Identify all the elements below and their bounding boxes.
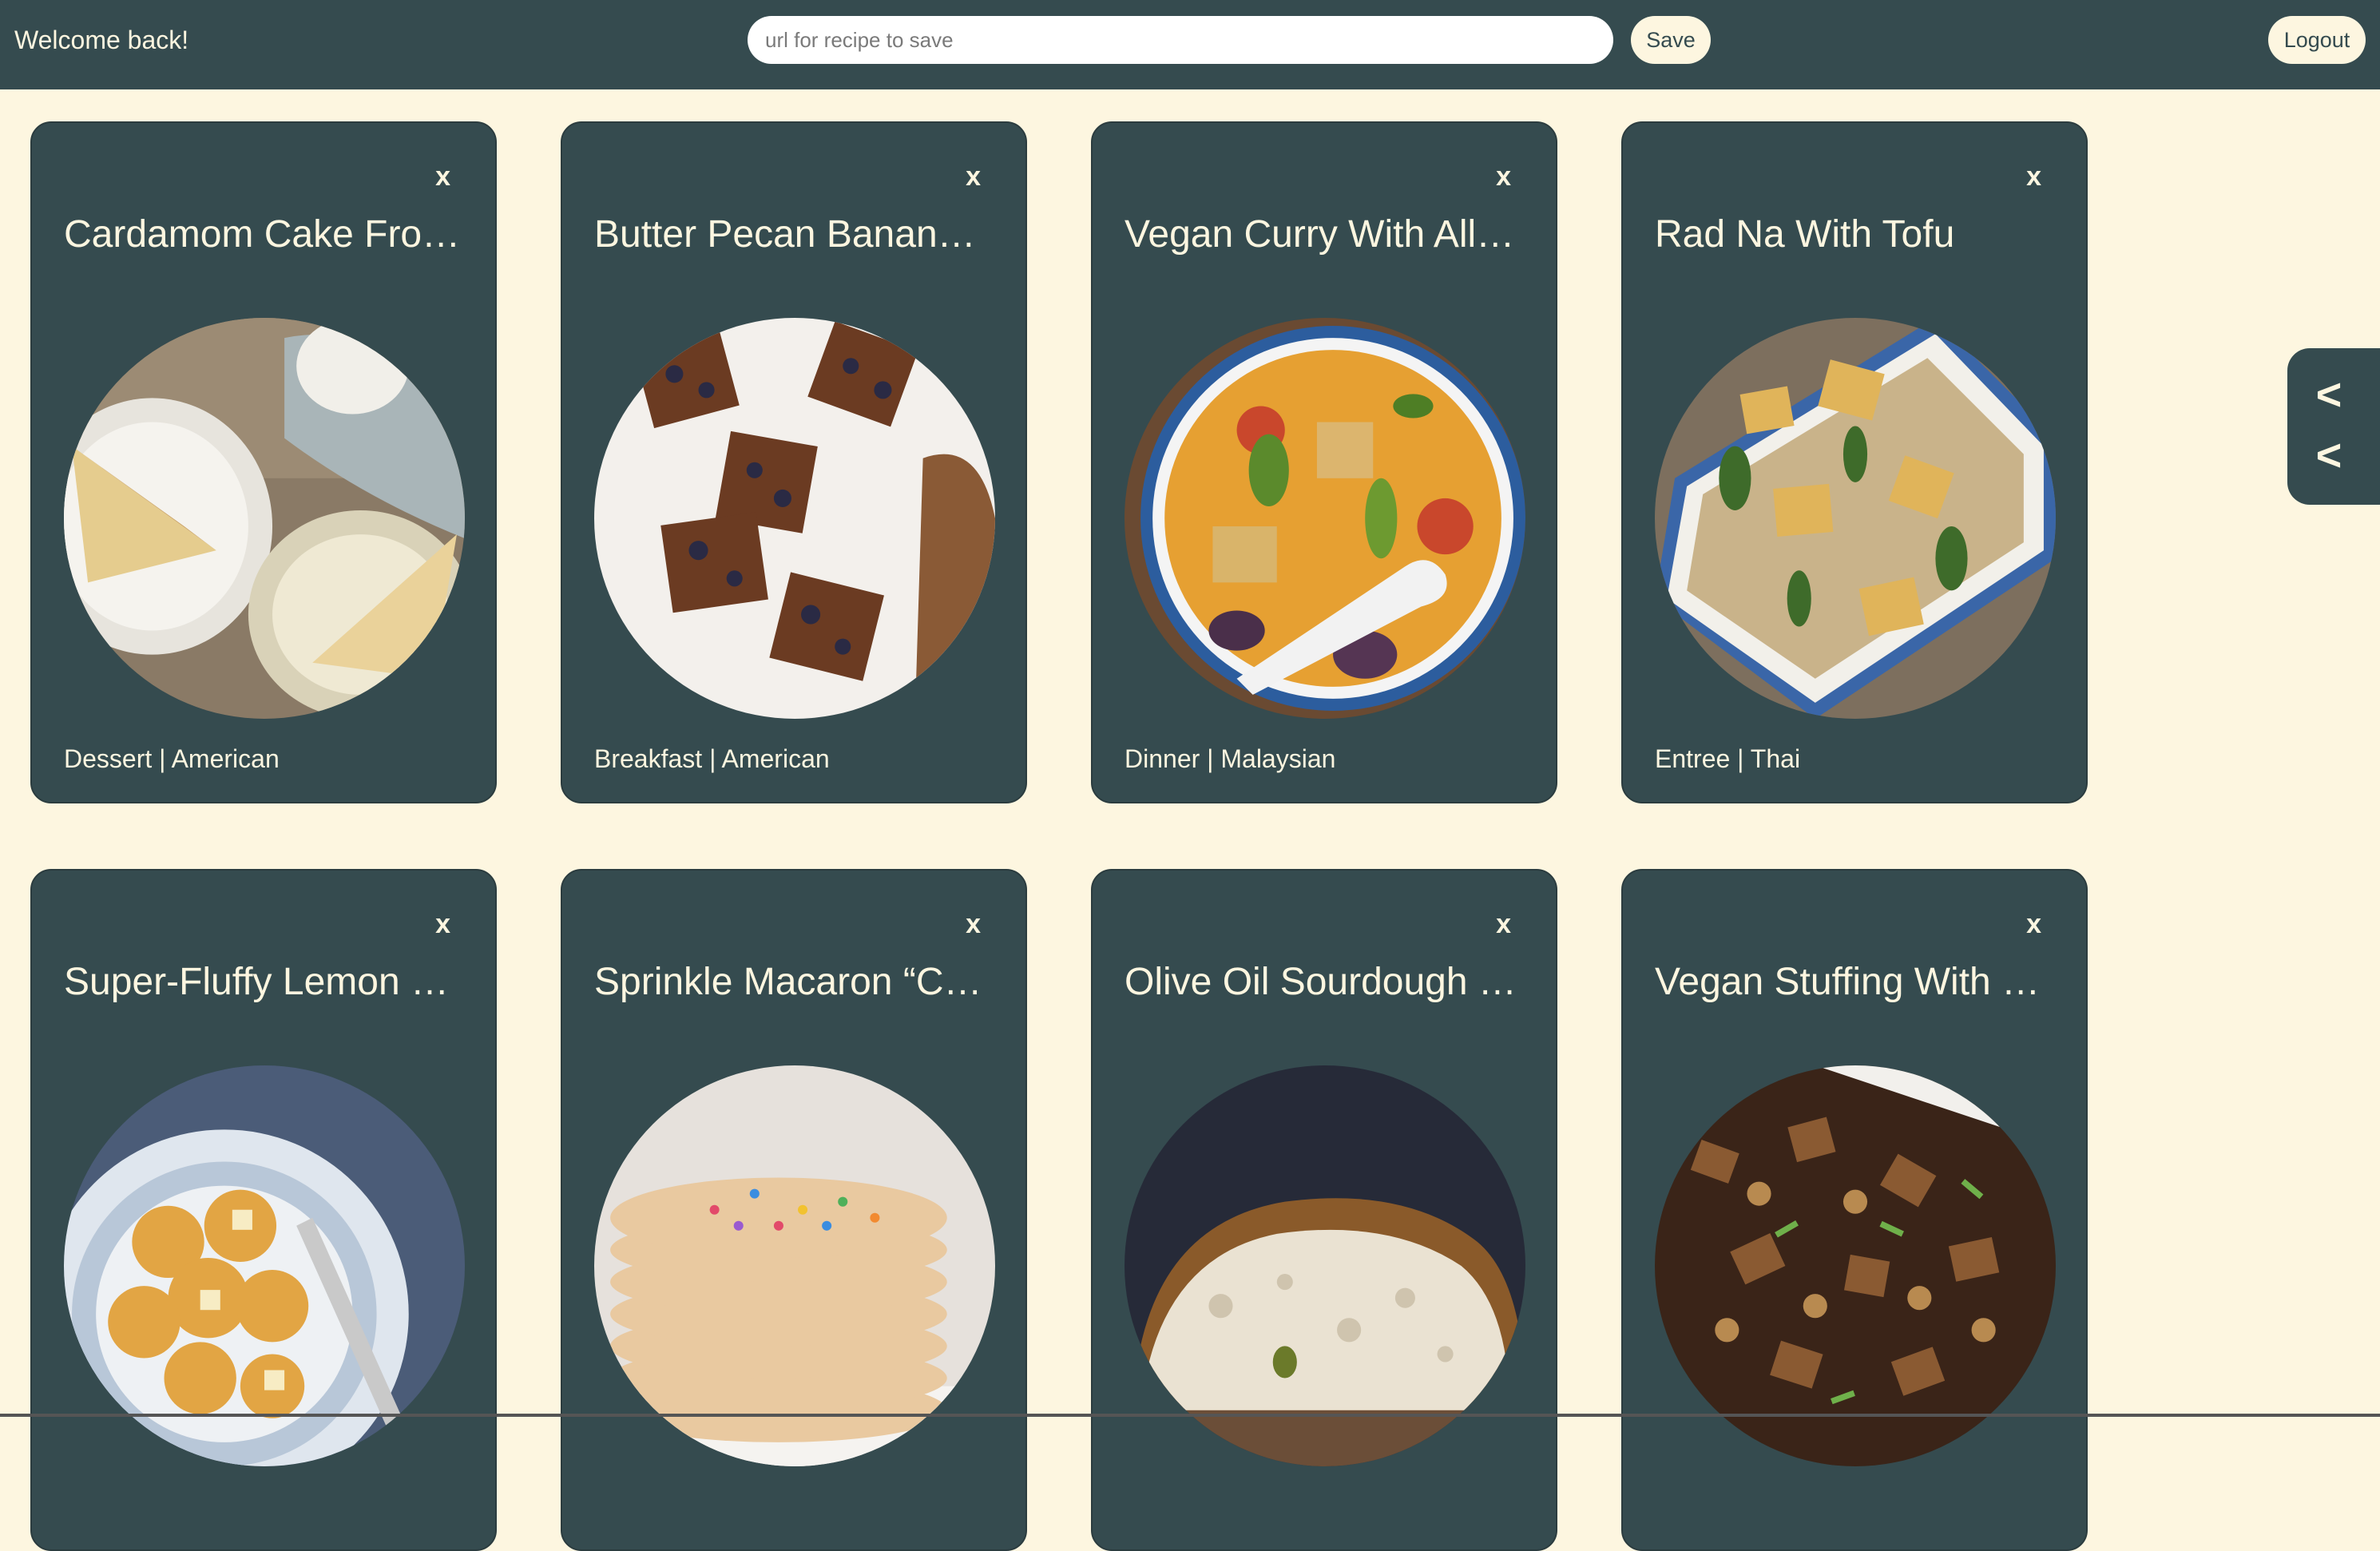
recipe-tags: Entree | Thai [1655,744,1801,773]
recipe-image[interactable] [1125,1065,1525,1466]
recipe-image[interactable] [1655,1065,2056,1466]
recipe-grid: x Cardamom Cake From Sweden Dessert | Am… [30,121,2088,1551]
recipe-title[interactable]: Sprinkle Macaron “Cake” [594,958,994,1006]
recipe-url-input[interactable] [748,16,1613,64]
remove-recipe-button[interactable]: x [1496,161,1511,192]
recipe-image[interactable] [64,318,465,719]
recipe-title[interactable]: Vegan Stuffing With Mushrooms [1655,958,2054,1006]
remove-recipe-button[interactable]: x [2026,909,2041,940]
recipe-tags: Breakfast | American [594,744,830,773]
recipe-card[interactable]: x Rad Na With Tofu Entree | Thai [1621,121,2088,803]
remove-recipe-button[interactable]: x [966,161,981,192]
remove-recipe-button[interactable]: x [435,161,450,192]
recipe-card[interactable]: x Vegan Curry With All the Vegetables Di… [1091,121,1557,803]
recipe-card[interactable]: x Vegan Stuffing With Mushrooms [1621,869,2088,1551]
chevron-left-icon[interactable]: < [2305,431,2353,479]
window-bottom-edge [0,1414,2380,1417]
welcome-message: Welcome back! [14,26,189,54]
remove-recipe-button[interactable]: x [1496,909,1511,940]
recipe-card[interactable]: x Sprinkle Macaron “Cake” [561,869,1027,1551]
recipe-title[interactable]: Vegan Curry With All the Vegetables [1125,211,1524,259]
side-panel-toggle[interactable]: < < [2287,348,2380,505]
recipe-title[interactable]: Olive Oil Sourdough Bread [1125,958,1524,1006]
recipe-card[interactable]: x Olive Oil Sourdough Bread [1091,869,1557,1551]
top-bar: Welcome back! Save Logout [0,0,2380,89]
save-button[interactable]: Save [1631,16,1711,64]
recipe-card[interactable]: x Butter Pecan Banana Bread [561,121,1027,803]
recipe-card[interactable]: x Super-Fluffy Lemon Pancakes [30,869,497,1551]
recipe-image[interactable] [1655,318,2056,719]
recipe-title[interactable]: Cardamom Cake From Sweden [64,211,463,259]
remove-recipe-button[interactable]: x [966,909,981,940]
recipe-tags: Dinner | Malaysian [1125,744,1336,773]
recipe-title[interactable]: Super-Fluffy Lemon Pancakes [64,958,463,1006]
remove-recipe-button[interactable]: x [435,909,450,940]
recipe-image[interactable] [64,1065,465,1466]
recipe-tags: Dessert | American [64,744,280,773]
chevron-left-icon[interactable]: < [2305,371,2353,418]
recipe-card[interactable]: x Cardamom Cake From Sweden Dessert | Am… [30,121,497,803]
logout-button[interactable]: Logout [2268,16,2366,64]
recipe-title[interactable]: Butter Pecan Banana Bread [594,211,994,259]
recipe-image[interactable] [1125,318,1525,719]
recipe-title[interactable]: Rad Na With Tofu [1655,211,2054,259]
recipe-image[interactable] [594,1065,995,1466]
remove-recipe-button[interactable]: x [2026,161,2041,192]
recipe-image[interactable] [594,318,995,719]
